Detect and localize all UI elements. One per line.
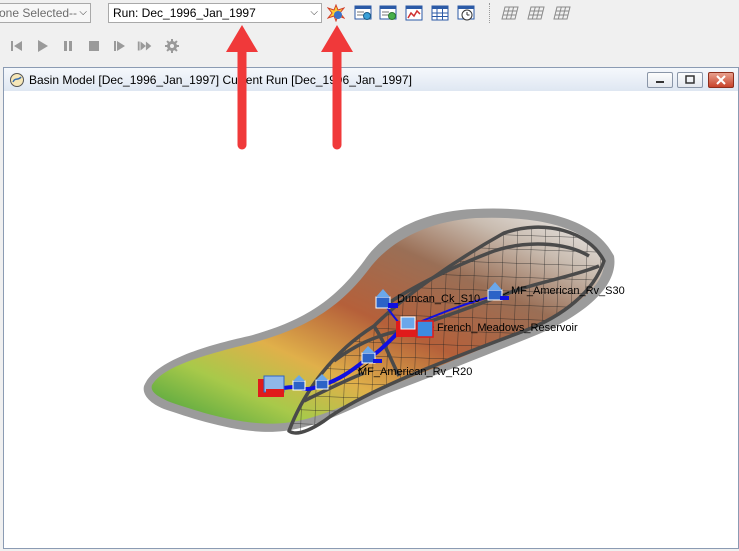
reservoir-icon[interactable]: [258, 375, 285, 397]
minimize-icon: [656, 81, 664, 83]
chevron-down-icon: ⌵: [310, 7, 318, 18]
play-icon[interactable]: [33, 37, 51, 55]
grid-icon[interactable]: [553, 4, 571, 22]
chevron-down-icon: ⌵: [79, 7, 87, 18]
element-label-mf-s30: MF_American_Rv_S30: [511, 285, 625, 297]
pause-icon[interactable]: [59, 37, 77, 55]
grid-icon[interactable]: [501, 4, 519, 22]
toolbar: one Selected-- ⌵ Run: Dec_1996_Jan_1997 …: [0, 0, 739, 62]
element-label-mf-r20: MF_American_Rv_R20: [358, 366, 472, 378]
stop-icon[interactable]: [85, 37, 103, 55]
element-table-icon[interactable]: [379, 4, 397, 22]
fast-forward-icon[interactable]: [136, 37, 154, 55]
settings-gear-icon[interactable]: [163, 37, 181, 55]
step-back-icon[interactable]: [8, 37, 26, 55]
scenario-select-value: one Selected--: [0, 6, 78, 20]
element-label-duncan: Duncan_Ck_S10: [397, 293, 480, 305]
basin-map: Duncan_Ck_S10 MF_American_Rv_S30 French_…: [143, 208, 625, 435]
step-forward-icon[interactable]: [110, 37, 128, 55]
time-series-icon[interactable]: [457, 4, 475, 22]
grid-icon[interactable]: [527, 4, 545, 22]
graph-icon[interactable]: [405, 4, 423, 22]
element-label-reservoir: French_Meadows_Reservoir: [437, 322, 578, 334]
window-title: Basin Model [Dec_1996_Jan_1997] Current …: [29, 73, 412, 87]
scenario-select[interactable]: one Selected-- ⌵: [0, 3, 91, 23]
basin-model-window: Basin Model [Dec_1996_Jan_1997] Current …: [3, 67, 739, 549]
window-titlebar[interactable]: Basin Model [Dec_1996_Jan_1997] Current …: [4, 68, 738, 92]
minimize-button[interactable]: [647, 72, 673, 88]
maximize-icon: [685, 75, 695, 84]
summary-table-icon[interactable]: [431, 4, 449, 22]
global-summary-icon[interactable]: [354, 4, 372, 22]
toolbar-separator: [489, 3, 490, 23]
basin-map-icon: [10, 73, 24, 87]
compute-current-run-icon[interactable]: [327, 4, 345, 22]
maximize-button[interactable]: [677, 72, 703, 88]
close-button[interactable]: [708, 72, 734, 88]
run-select-value: Run: Dec_1996_Jan_1997: [113, 6, 256, 20]
close-icon: [716, 75, 726, 85]
basin-map-canvas[interactable]: Duncan_Ck_S10 MF_American_Rv_S30 French_…: [4, 91, 738, 548]
run-select[interactable]: Run: Dec_1996_Jan_1997 ⌵: [108, 3, 322, 23]
